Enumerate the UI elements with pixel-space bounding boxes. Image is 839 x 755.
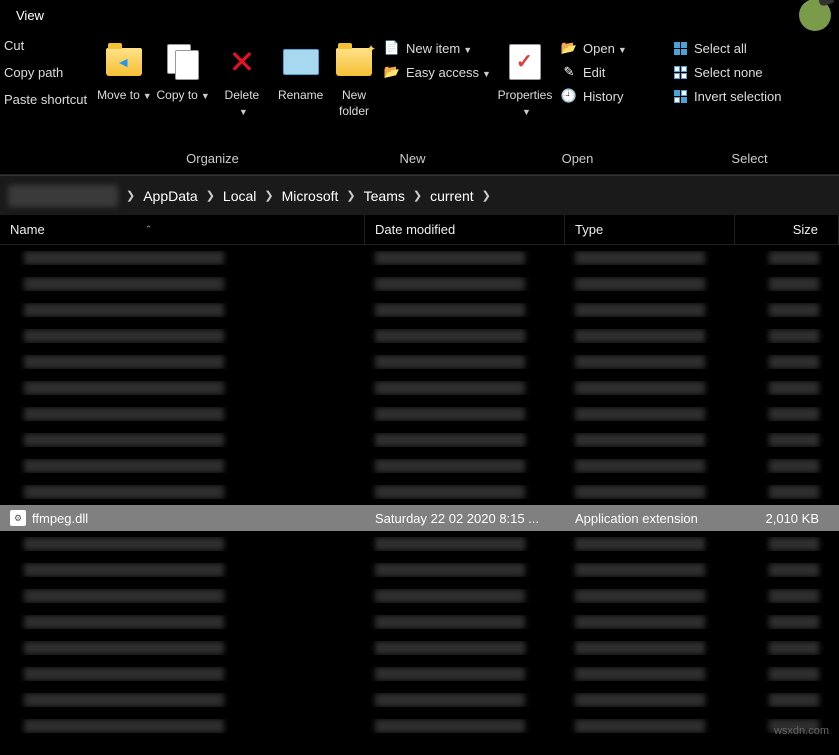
group-label-open: Open	[495, 145, 660, 174]
select-all-icon	[672, 40, 688, 56]
cut-button[interactable]: Cut	[4, 36, 91, 55]
invert-selection-button[interactable]: Invert selection	[666, 84, 796, 108]
file-list[interactable]: ⚙ ffmpeg.dll Saturday 22 02 2020 8:15 ...A…	[0, 245, 839, 739]
file-name: ffmpeg.dll	[32, 511, 88, 526]
delete-x-icon: ✕	[220, 40, 264, 84]
select-all-button[interactable]: Select all	[666, 36, 796, 60]
properties-button[interactable]: Properties▼	[495, 36, 555, 123]
dll-file-icon: ⚙	[10, 510, 26, 526]
edit-button[interactable]: ✎ Edit	[555, 60, 650, 84]
file-row-redacted[interactable]	[0, 453, 839, 479]
file-row-redacted[interactable]	[0, 661, 839, 687]
file-row-redacted[interactable]	[0, 531, 839, 557]
file-row-redacted[interactable]	[0, 349, 839, 375]
header-name[interactable]: Name⌃	[0, 215, 365, 244]
mascot-icon	[799, 0, 831, 31]
select-none-icon	[672, 64, 688, 80]
header-size[interactable]: Size	[735, 215, 839, 244]
group-label-new: New	[330, 145, 495, 174]
ribbon-new: ✦ New folder 📄 New item▼ 📂 Easy access▼ …	[330, 30, 495, 174]
new-small-buttons: 📄 New item▼ 📂 Easy access▼	[378, 36, 508, 84]
header-type[interactable]: Type	[565, 215, 735, 244]
chevron-right-icon[interactable]: ❯	[206, 189, 215, 202]
column-headers: Name⌃ Date modified Type Size	[0, 215, 839, 245]
file-row-redacted[interactable]	[0, 427, 839, 453]
file-row-redacted[interactable]	[0, 583, 839, 609]
documents-icon	[161, 40, 205, 84]
chevron-right-icon[interactable]: ❯	[413, 189, 422, 202]
breadcrumb-item[interactable]: Teams	[364, 188, 405, 204]
new-folder-button[interactable]: ✦ New folder	[330, 36, 378, 123]
file-row-redacted[interactable]	[0, 635, 839, 661]
properties-icon	[503, 40, 547, 84]
move-to-button[interactable]: Move to▼	[95, 36, 154, 108]
chevron-down-icon: ▼	[618, 45, 627, 55]
file-row-redacted[interactable]	[0, 479, 839, 505]
chevron-right-icon[interactable]: ❯	[126, 189, 135, 202]
open-small-buttons: 📂 Open▼ ✎ Edit 🕘 History	[555, 36, 650, 108]
file-row-redacted[interactable]	[0, 297, 839, 323]
file-row-redacted[interactable]	[0, 687, 839, 713]
file-row-redacted[interactable]	[0, 557, 839, 583]
chevron-right-icon[interactable]: ❯	[264, 189, 273, 202]
chevron-right-icon[interactable]: ❯	[482, 189, 491, 202]
file-row-redacted[interactable]	[0, 609, 839, 635]
new-item-icon: 📄	[384, 40, 400, 56]
easy-access-icon: 📂	[384, 64, 400, 80]
select-none-button[interactable]: Select none	[666, 60, 796, 84]
open-icon: 📂	[561, 40, 577, 56]
new-folder-icon: ✦	[332, 40, 376, 84]
file-row-selected[interactable]: ⚙ ffmpeg.dll Saturday 22 02 2020 8:15 ...A…	[0, 505, 839, 531]
breadcrumb[interactable]: ❯ AppData ❯ Local ❯ Microsoft ❯ Teams ❯ …	[0, 175, 839, 215]
history-button[interactable]: 🕘 History	[555, 84, 650, 108]
invert-selection-icon	[672, 88, 688, 104]
sort-indicator-icon: ⌃	[145, 224, 153, 235]
file-size: 2,010 KB	[735, 511, 839, 526]
breadcrumb-item[interactable]: Local	[223, 188, 256, 204]
watermark: wsxdn.com	[774, 725, 829, 737]
breadcrumb-item[interactable]: current	[430, 188, 474, 204]
file-row-redacted[interactable]	[0, 323, 839, 349]
paste-shortcut-button[interactable]: Paste shortcut	[4, 90, 91, 109]
history-icon: 🕘	[561, 88, 577, 104]
rename-icon	[279, 40, 323, 84]
breadcrumb-redacted	[8, 185, 118, 207]
group-label-select: Select	[660, 145, 839, 174]
ribbon: Cut Copy path Paste shortcut Move to▼ Co…	[0, 30, 839, 175]
ribbon-open: Properties▼ 📂 Open▼ ✎ Edit 🕘 History Ope…	[495, 30, 660, 174]
file-row-redacted[interactable]	[0, 245, 839, 271]
file-type: Application extension	[565, 511, 735, 526]
easy-access-button[interactable]: 📂 Easy access▼	[378, 60, 508, 84]
chevron-down-icon: ▼	[522, 107, 531, 117]
delete-button[interactable]: ✕ Delete▼	[213, 36, 272, 123]
breadcrumb-item[interactable]: Microsoft	[282, 188, 339, 204]
select-small-buttons: Select all Select none Invert selection	[660, 36, 796, 108]
file-row-redacted[interactable]	[0, 401, 839, 427]
edit-icon: ✎	[561, 64, 577, 80]
chevron-down-icon: ▼	[239, 107, 248, 117]
open-button[interactable]: 📂 Open▼	[555, 36, 650, 60]
chevron-down-icon: ▼	[463, 45, 472, 55]
menu-view[interactable]: View	[8, 4, 52, 27]
chevron-down-icon: ▼	[143, 91, 152, 101]
copy-path-button[interactable]: Copy path	[4, 63, 91, 82]
chevron-down-icon: ▼	[201, 91, 210, 101]
new-item-button[interactable]: 📄 New item▼	[378, 36, 508, 60]
ribbon-organize: Move to▼ Copy to▼ ✕ Delete▼ Rename Organ…	[95, 30, 330, 174]
ribbon-clipboard: Cut Copy path Paste shortcut	[0, 30, 95, 174]
copy-to-button[interactable]: Copy to▼	[154, 36, 213, 108]
menubar: View	[0, 0, 839, 30]
rename-button[interactable]: Rename	[271, 36, 330, 108]
folder-arrow-icon	[102, 40, 146, 84]
header-date[interactable]: Date modified	[365, 215, 565, 244]
breadcrumb-item[interactable]: AppData	[143, 188, 197, 204]
file-row-redacted[interactable]	[0, 375, 839, 401]
file-row-redacted[interactable]	[0, 271, 839, 297]
chevron-down-icon: ▼	[482, 69, 491, 79]
file-row-redacted[interactable]	[0, 713, 839, 739]
group-label-organize: Organize	[95, 145, 330, 174]
ribbon-select: Select all Select none Invert selection …	[660, 30, 839, 174]
chevron-right-icon[interactable]: ❯	[346, 189, 355, 202]
file-date: Saturday 22 02 2020 8:15 ...	[365, 511, 565, 526]
